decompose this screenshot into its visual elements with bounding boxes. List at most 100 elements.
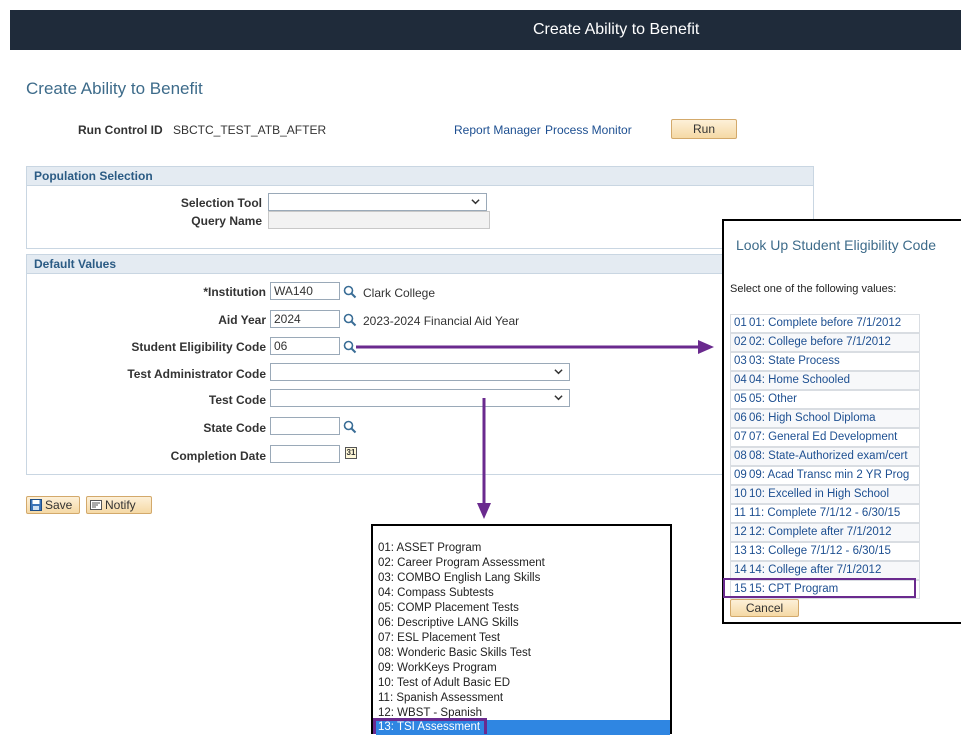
report-manager-link[interactable]: Report Manager (454, 123, 541, 137)
lookup-row-code: 15 (734, 583, 747, 595)
lookup-row[interactable]: 07 07: General Ed Development (730, 428, 920, 447)
save-icon (30, 499, 42, 511)
lookup-row-code: 13 (734, 545, 747, 557)
process-monitor-link[interactable]: Process Monitor (545, 123, 632, 137)
query-name-field (268, 211, 490, 229)
lookup-row-code: 04 (734, 374, 747, 386)
lookup-row[interactable]: 05 05: Other (730, 390, 920, 409)
lookup-row[interactable]: 12 12: Complete after 7/1/2012 (730, 523, 920, 542)
eligibility-code-label: Student Eligibility Code (131, 340, 266, 354)
lookup-title: Look Up Student Eligibility Code (736, 237, 937, 253)
lookup-row-desc: 09: Acad Transc min 2 YR Prog (749, 469, 910, 481)
lookup-row-desc: 03: State Process (749, 355, 840, 367)
chevron-down-icon (554, 395, 563, 401)
state-code-lookup-icon[interactable] (343, 420, 357, 434)
arrow-head-down (477, 503, 491, 519)
institution-lookup-icon[interactable] (343, 285, 357, 299)
lookup-row-desc: 02: College before 7/1/2012 (749, 336, 891, 348)
test-code-option-selected[interactable]: 13: TSI Assessment (376, 720, 670, 735)
lookup-row[interactable]: 13 13: College 7/1/12 - 6/30/15 (730, 542, 920, 561)
lookup-row-code: 12 (734, 526, 747, 538)
aid-year-lookup-icon[interactable] (343, 313, 357, 327)
lookup-row[interactable]: 14 14: College after 7/1/2012 (730, 561, 920, 580)
lookup-row[interactable]: 04 04: Home Schooled (730, 371, 920, 390)
aid-year-field[interactable]: 2024 (270, 310, 340, 328)
calendar-glyph: 31 (346, 448, 356, 457)
state-code-field[interactable] (270, 417, 340, 435)
completion-date-field[interactable] (270, 445, 340, 463)
calendar-icon[interactable]: 31 (345, 447, 357, 459)
app-banner: Create Ability to Benefit (10, 10, 961, 50)
institution-field[interactable]: WA140 (270, 282, 340, 300)
lookup-row-desc: 15: CPT Program (749, 583, 839, 595)
test-code-option[interactable]: 06: Descriptive LANG Skills (376, 616, 670, 631)
notify-label: Notify (105, 498, 136, 512)
default-values-header: Default Values (27, 255, 813, 274)
test-code-option[interactable]: 03: COMBO English Lang Skills (376, 571, 670, 586)
notify-button[interactable]: Notify (86, 496, 152, 514)
run-control-value: SBCTC_TEST_ATB_AFTER (173, 123, 327, 137)
lookup-row-code: 11 (734, 507, 746, 519)
test-code-option[interactable]: 09: WorkKeys Program (376, 661, 670, 676)
lookup-row-desc: 05: Other (749, 393, 797, 405)
test-code-option[interactable]: 10: Test of Adult Basic ED (376, 676, 670, 691)
lookup-row-desc: 12: Complete after 7/1/2012 (749, 526, 892, 538)
banner-title: Create Ability to Benefit (533, 21, 700, 38)
test-code-option[interactable]: 04: Compass Subtests (376, 586, 670, 601)
lookup-row[interactable]: 10 10: Excelled in High School (730, 485, 920, 504)
lookup-instruction: Select one of the following values: (730, 283, 897, 295)
run-button[interactable]: Run (671, 119, 737, 139)
eligibility-code-field[interactable]: 06 (270, 337, 340, 355)
lookup-row[interactable]: 11 11: Complete 7/1/12 - 6/30/15 (730, 504, 920, 523)
eligibility-lookup-popup: Look Up Student Eligibility Code Select … (722, 219, 961, 624)
institution-description: Clark College (363, 286, 436, 300)
institution-label: *Institution (203, 285, 266, 299)
lookup-row[interactable]: 01 01: Complete before 7/1/2012 (730, 314, 920, 333)
test-code-option[interactable]: 08: Wonderic Basic Skills Test (376, 646, 670, 661)
lookup-row-code: 06 (734, 412, 747, 424)
test-code-option[interactable]: 01: ASSET Program (376, 541, 670, 556)
lookup-row[interactable]: 03 03: State Process (730, 352, 920, 371)
lookup-row-desc: 11: Complete 7/1/12 - 6/30/15 (749, 507, 901, 519)
save-button[interactable]: Save (26, 496, 80, 514)
run-control-label: Run Control ID (78, 123, 163, 137)
lookup-row-code: 02 (734, 336, 747, 348)
lookup-row-code: 10 (734, 488, 747, 500)
chevron-down-icon (471, 199, 480, 205)
aid-year-label: Aid Year (218, 313, 266, 327)
lookup-row-code: 14 (734, 564, 747, 576)
test-admin-code-select[interactable] (270, 363, 570, 381)
lookup-row-desc: 10: Excelled in High School (749, 488, 889, 500)
lookup-row-code: 03 (734, 355, 747, 367)
lookup-row-code: 08 (734, 450, 747, 462)
save-label: Save (45, 498, 73, 512)
page-title: Create Ability to Benefit (26, 79, 203, 98)
test-code-select[interactable] (270, 389, 570, 407)
test-code-option[interactable]: 12: WBST - Spanish (376, 706, 670, 721)
test-code-option[interactable]: 07: ESL Placement Test (376, 631, 670, 646)
selection-tool-select[interactable] (268, 193, 487, 211)
eligibility-lookup-icon[interactable] (343, 340, 357, 354)
lookup-row-code: 07 (734, 431, 747, 443)
test-admin-code-label: Test Administrator Code (127, 367, 266, 381)
lookup-row-desc: 04: Home Schooled (749, 374, 851, 386)
lookup-row-desc: 01: Complete before 7/1/2012 (749, 317, 902, 329)
lookup-row[interactable]: 08 08: State-Authorized exam/cert (730, 447, 920, 466)
lookup-row[interactable]: 15 15: CPT Program (730, 580, 920, 599)
lookup-row-desc: 08: State-Authorized exam/cert (749, 450, 908, 462)
test-code-option[interactable]: 11: Spanish Assessment (376, 691, 670, 706)
lookup-row[interactable]: 06 06: High School Diploma (730, 409, 920, 428)
lookup-row[interactable]: 02 02: College before 7/1/2012 (730, 333, 920, 352)
lookup-row-desc: 14: College after 7/1/2012 (749, 564, 882, 576)
population-selection-header: Population Selection (27, 167, 813, 186)
lookup-row[interactable]: 09 09: Acad Transc min 2 YR Prog (730, 466, 920, 485)
query-name-label: Query Name (191, 214, 262, 228)
lookup-row-code: 05 (734, 393, 747, 405)
lookup-row-desc: 07: General Ed Development (749, 431, 898, 443)
test-code-option[interactable]: 02: Career Program Assessment (376, 556, 670, 571)
test-code-option[interactable]: 05: COMP Placement Tests (376, 601, 670, 616)
chevron-down-icon (554, 369, 563, 375)
lookup-row-code: 09 (734, 469, 747, 481)
lookup-row-desc: 06: High School Diploma (749, 412, 876, 424)
lookup-cancel-button[interactable]: Cancel (730, 599, 799, 617)
